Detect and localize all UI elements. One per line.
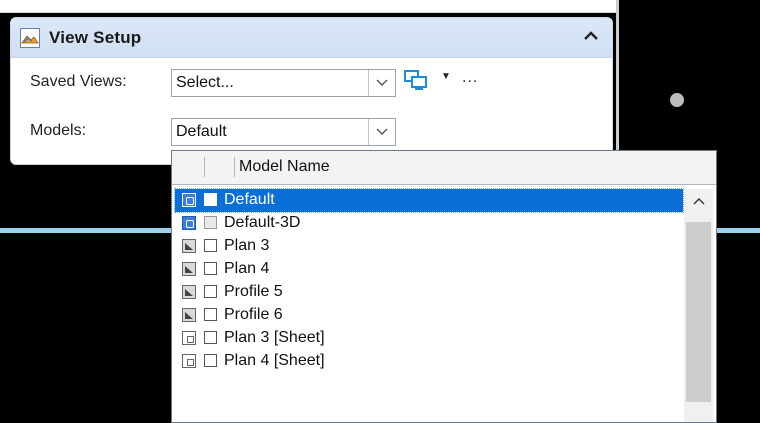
- header-divider: [234, 157, 235, 177]
- panel-top-strip: [0, 0, 616, 13]
- panel-title: View Setup: [49, 27, 142, 47]
- view-setup-panel: View Setup Saved Views: Select... ▼ ... …: [10, 17, 613, 165]
- view-setup-icon: [20, 27, 40, 48]
- chevron-down-icon: [376, 128, 388, 135]
- model-name: Plan 3 [Sheet]: [224, 329, 325, 346]
- tool-caret-icon[interactable]: ▼: [441, 71, 451, 82]
- model-name: Profile 6: [224, 306, 283, 323]
- model-list: Default Default-3D Plan 3 Plan 4 Profile 5 Pr…: [174, 188, 684, 373]
- checkbox-icon[interactable]: [204, 239, 217, 252]
- checkbox-icon[interactable]: [204, 285, 217, 298]
- model-list-item[interactable]: Plan 4: [175, 258, 683, 281]
- models-combo[interactable]: Default: [171, 118, 396, 146]
- model-list-item[interactable]: Default: [174, 188, 684, 213]
- scroll-up-icon[interactable]: [693, 194, 705, 208]
- drawing-icon: [182, 239, 196, 253]
- model-list-scrollbar[interactable]: [684, 189, 713, 422]
- saved-view-tool-icon[interactable]: [403, 69, 429, 91]
- model-name: Default-3D: [224, 214, 301, 231]
- models-dropdown-list[interactable]: Model Name Default Default-3D Plan 3 Plan 4…: [171, 150, 717, 423]
- sheet-icon: [182, 354, 196, 368]
- model-name: Plan 4: [224, 260, 270, 277]
- header-divider: [204, 157, 205, 177]
- checkbox-icon[interactable]: [204, 308, 217, 321]
- model-name: Plan 3: [224, 237, 270, 254]
- checkbox-icon[interactable]: [204, 262, 217, 275]
- models-value: Default: [176, 123, 227, 140]
- checkbox-icon[interactable]: [204, 193, 217, 206]
- model-list-item[interactable]: Plan 3: [175, 235, 683, 258]
- models-dropdown-button[interactable]: [368, 119, 395, 145]
- collapse-chevron-icon[interactable]: [584, 28, 598, 44]
- sheet-icon: [182, 331, 196, 345]
- saved-views-value: Select...: [176, 74, 234, 91]
- saved-views-label: Saved Views:: [30, 73, 127, 90]
- cube-icon[interactable]: [204, 216, 217, 229]
- model-list-item[interactable]: Default-3D: [175, 212, 683, 235]
- view-setup-header[interactable]: View Setup: [11, 18, 612, 58]
- model-list-item[interactable]: Profile 5: [175, 281, 683, 304]
- more-options-button[interactable]: ...: [462, 69, 478, 87]
- model-list-item[interactable]: Plan 3 [Sheet]: [175, 327, 683, 350]
- model-list-header: Model Name: [172, 151, 716, 185]
- model-list-item[interactable]: Plan 4 [Sheet]: [175, 350, 683, 373]
- 2d-model-icon: [182, 193, 196, 207]
- drawing-icon: [182, 308, 196, 322]
- models-label: Models:: [30, 122, 87, 139]
- chevron-down-icon: [376, 79, 388, 86]
- model-name: Default: [224, 191, 275, 208]
- drawing-icon: [182, 262, 196, 276]
- model-list-item[interactable]: Profile 6: [175, 304, 683, 327]
- saved-views-dropdown-button[interactable]: [368, 70, 395, 96]
- view-cursor-dot: [670, 93, 684, 107]
- drawing-icon: [182, 285, 196, 299]
- checkbox-icon[interactable]: [204, 331, 217, 344]
- model-name: Profile 5: [224, 283, 283, 300]
- 3d-model-icon: [182, 216, 196, 230]
- model-name-column-header[interactable]: Model Name: [239, 158, 330, 176]
- scroll-thumb[interactable]: [686, 222, 711, 402]
- model-name: Plan 4 [Sheet]: [224, 352, 325, 369]
- saved-views-combo[interactable]: Select...: [171, 69, 396, 97]
- checkbox-icon[interactable]: [204, 354, 217, 367]
